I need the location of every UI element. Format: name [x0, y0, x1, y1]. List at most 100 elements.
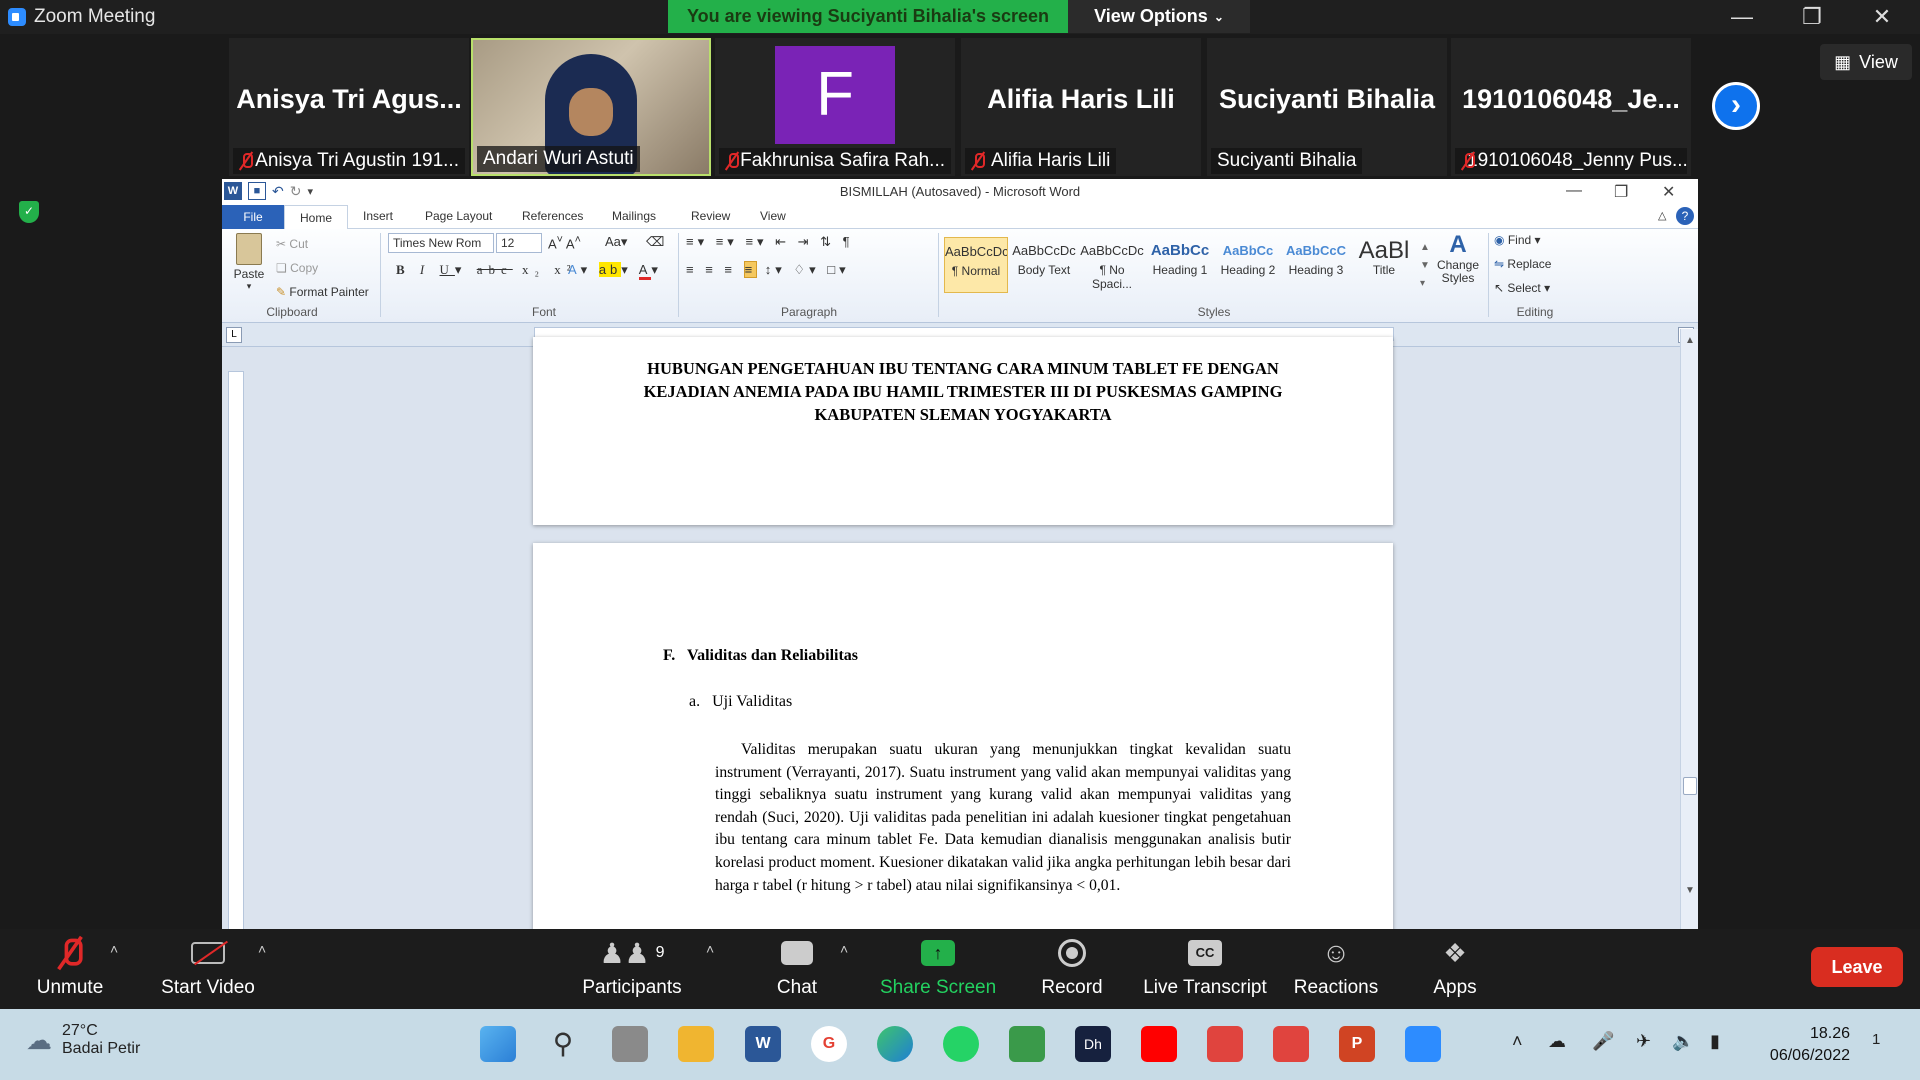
- battery-icon[interactable]: ▮: [1710, 1031, 1720, 1052]
- tab-review[interactable]: Review: [691, 209, 730, 223]
- change-case-button[interactable]: Aa▾: [605, 234, 627, 250]
- notification-count[interactable]: 1: [1872, 1031, 1880, 1048]
- word-taskbar-icon[interactable]: W: [745, 1026, 781, 1062]
- edge-icon[interactable]: [877, 1026, 913, 1062]
- share-screen-button[interactable]: ↑ Share Screen: [880, 935, 996, 999]
- align-buttons[interactable]: ≡ ≡ ≡ ≡ ↕▾ ♢▾ □▾: [686, 261, 850, 278]
- style-heading-3[interactable]: AaBbCcC Heading 3: [1284, 237, 1348, 293]
- search-icon[interactable]: ⚲: [545, 1026, 581, 1062]
- subsection-heading: a. Uji Validitas: [689, 693, 793, 710]
- word-restore-button[interactable]: ❐: [1614, 182, 1628, 202]
- participants-button[interactable]: ♟♟ 9 Participants: [578, 935, 686, 999]
- video-player-icon[interactable]: [1273, 1026, 1309, 1062]
- scroll-down-arrow[interactable]: ▼: [1685, 885, 1695, 896]
- style-heading-2[interactable]: AaBbCc Heading 2: [1216, 237, 1280, 293]
- select-button[interactable]: ↖ Select ▾: [1494, 281, 1550, 295]
- weather-widget[interactable]: ☁ 27°C Badai Petir: [26, 1022, 140, 1058]
- style-title[interactable]: AaBl Title: [1352, 237, 1416, 293]
- minimize-ribbon-icon[interactable]: △: [1658, 209, 1666, 222]
- app-icon[interactable]: [1009, 1026, 1045, 1062]
- restore-button[interactable]: ❐: [1787, 2, 1837, 32]
- leave-button[interactable]: Leave: [1811, 947, 1903, 987]
- mic-icon[interactable]: 🎤: [1592, 1031, 1614, 1052]
- volume-icon[interactable]: 🔈: [1672, 1031, 1694, 1052]
- unmute-button[interactable]: Unmute: [24, 935, 116, 999]
- apps-button[interactable]: ❖ Apps: [1420, 935, 1490, 999]
- list-buttons[interactable]: ≡▾ ≡▾ ≡▾ ⇤ ⇥ ⇅ ¶: [686, 234, 854, 250]
- find-button[interactable]: ◉ Find ▾: [1494, 233, 1541, 247]
- grow-shrink-font-buttons[interactable]: A˅ A˄: [548, 234, 581, 251]
- whatsapp-icon[interactable]: [943, 1026, 979, 1062]
- chat-button[interactable]: Chat: [760, 935, 834, 999]
- view-options-button[interactable]: View Options ⌄: [1068, 0, 1250, 33]
- windows-start-icon[interactable]: [480, 1026, 516, 1062]
- task-view-icon[interactable]: [612, 1026, 648, 1062]
- cut-button[interactable]: ✂ Cut: [276, 237, 308, 251]
- paste-button[interactable]: Paste ▾: [232, 233, 266, 292]
- participants-caret-icon[interactable]: ˄: [706, 941, 714, 957]
- vertical-ruler[interactable]: [228, 371, 244, 929]
- style-preview: AaBbCcDc: [945, 244, 1007, 259]
- record-button[interactable]: Record: [1032, 935, 1112, 999]
- close-button[interactable]: ✕: [1857, 2, 1907, 32]
- vertical-scrollbar[interactable]: ▲ ▼: [1680, 329, 1698, 929]
- video-player-icon[interactable]: [1207, 1026, 1243, 1062]
- chrome-icon[interactable]: G: [811, 1026, 847, 1062]
- tab-home[interactable]: Home: [284, 205, 348, 230]
- live-transcript-button[interactable]: CC Live Transcript: [1140, 935, 1270, 999]
- reactions-button[interactable]: ☺ Reactions: [1286, 935, 1386, 999]
- powerpoint-icon[interactable]: P: [1339, 1026, 1375, 1062]
- participant-tile[interactable]: Alifia Haris Lili Alifia Haris Lili: [961, 38, 1201, 176]
- document-page[interactable]: F. Validitas dan Reliabilitas a. Uji Val…: [533, 543, 1393, 929]
- word-minimize-button[interactable]: —: [1566, 182, 1582, 200]
- zoom-taskbar-icon[interactable]: [1405, 1026, 1441, 1062]
- tab-insert[interactable]: Insert: [363, 209, 393, 223]
- participant-tile-video[interactable]: Andari Wuri Astuti: [471, 38, 711, 176]
- replace-button[interactable]: ⇋ Replace: [1494, 257, 1551, 271]
- onedrive-icon[interactable]: ☁: [1548, 1031, 1566, 1052]
- tab-page-layout[interactable]: Page Layout: [425, 209, 492, 223]
- document-area[interactable]: HUBUNGAN PENGETAHUAN IBU TENTANG CARA MI…: [222, 337, 1698, 929]
- tab-selector[interactable]: L: [226, 327, 242, 343]
- font-format-buttons[interactable]: B I U▾ abc x₂ x²: [396, 262, 577, 278]
- participant-tile[interactable]: Suciyanti Bihalia Suciyanti Bihalia: [1207, 38, 1447, 176]
- participant-tile[interactable]: Anisya Tri Agus... Anisya Tri Agustin 19…: [229, 38, 469, 176]
- view-button[interactable]: ▦ View: [1820, 44, 1912, 80]
- chat-caret-icon[interactable]: ˄: [840, 941, 848, 957]
- participant-tile[interactable]: F Fakhrunisa Safira Rah...: [715, 38, 955, 176]
- minimize-button[interactable]: —: [1717, 2, 1767, 32]
- change-styles-button[interactable]: A Change Styles: [1436, 231, 1480, 285]
- word-close-button[interactable]: ✕: [1662, 182, 1675, 202]
- app-icon[interactable]: Dh: [1075, 1026, 1111, 1062]
- document-page[interactable]: HUBUNGAN PENGETAHUAN IBU TENTANG CARA MI…: [533, 337, 1393, 525]
- font-name-combo[interactable]: Times New Rom: [388, 233, 494, 253]
- clock[interactable]: 18.26 06/06/2022: [1770, 1023, 1850, 1067]
- tab-file[interactable]: File: [222, 205, 284, 229]
- style-no-spacing[interactable]: AaBbCcDc ¶ No Spaci...: [1080, 237, 1144, 293]
- text-effects-buttons[interactable]: A▾ ab▾ A▾: [568, 262, 662, 280]
- next-page-button[interactable]: ›: [1712, 82, 1760, 130]
- tab-view[interactable]: View: [760, 209, 786, 223]
- format-painter-button[interactable]: ✎ Format Painter: [276, 285, 369, 299]
- video-options-caret-icon[interactable]: ˄: [258, 941, 266, 957]
- style-normal[interactable]: AaBbCcDc ¶ Normal: [944, 237, 1008, 293]
- scroll-thumb[interactable]: [1683, 777, 1697, 795]
- audio-options-caret-icon[interactable]: ˄: [110, 941, 118, 957]
- clear-formatting-icon[interactable]: ⌫: [646, 234, 664, 250]
- tab-references[interactable]: References: [522, 209, 583, 223]
- start-video-button[interactable]: Start Video: [150, 935, 266, 999]
- style-heading-1[interactable]: AaBbCc Heading 1: [1148, 237, 1212, 293]
- font-size-combo[interactable]: 12: [496, 233, 542, 253]
- tab-mailings[interactable]: Mailings: [612, 209, 656, 223]
- tray-chevron-up-icon[interactable]: ˄: [1512, 1031, 1523, 1052]
- participant-tile[interactable]: 1910106048_Je... 1910106048_Jenny Pus...: [1451, 38, 1691, 176]
- help-icon[interactable]: ?: [1676, 207, 1694, 225]
- airplane-icon[interactable]: ✈: [1636, 1031, 1651, 1052]
- youtube-icon[interactable]: [1141, 1026, 1177, 1062]
- scroll-up-arrow[interactable]: ▲: [1685, 335, 1695, 346]
- styles-scroll-buttons[interactable]: ▲ ▼ ▾: [1420, 239, 1430, 293]
- security-shield-icon[interactable]: ✓: [14, 196, 46, 228]
- copy-button[interactable]: ❏ Copy: [276, 261, 318, 275]
- style-body-text[interactable]: AaBbCcDc Body Text: [1012, 237, 1076, 293]
- file-explorer-icon[interactable]: [678, 1026, 714, 1062]
